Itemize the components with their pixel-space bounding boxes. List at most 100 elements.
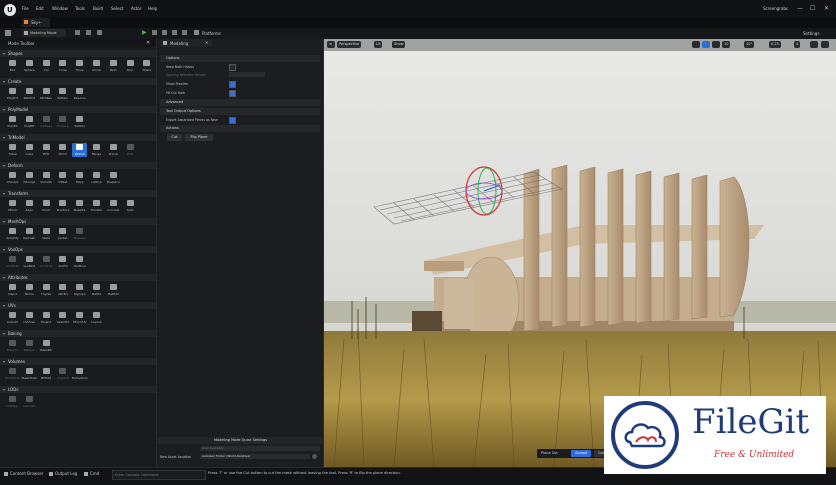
blueprint-icon[interactable]	[86, 30, 91, 35]
tool-lodmgr[interactable]: LODMgr	[5, 395, 20, 409]
translate-icon[interactable]	[702, 41, 710, 48]
level-tab[interactable]: Sky+	[22, 18, 50, 27]
scale-snap-value[interactable]: 0.25	[769, 41, 781, 48]
viewport-menu-icon[interactable]: ≡	[327, 41, 335, 48]
maximize-icon[interactable]: ☐	[810, 5, 815, 12]
tool-offset[interactable]: Offset	[55, 171, 70, 185]
show-preview-checkbox[interactable]	[229, 81, 236, 88]
tool-split[interactable]: Split	[123, 199, 138, 213]
tool-tngnts[interactable]: Tngnts	[39, 283, 54, 297]
placeholder-row-value[interactable]: User Available	[200, 446, 320, 451]
section-header-create[interactable]: ▾ Create	[0, 78, 156, 85]
section-header-lods[interactable]: ▾ LODs	[0, 386, 156, 393]
tool-pattern[interactable]: Pattern	[55, 87, 70, 101]
tool-merge[interactable]: Merge	[89, 143, 104, 157]
tool-box[interactable]: Box	[5, 59, 20, 73]
tool-mated2[interactable]: MatEd2	[106, 283, 121, 297]
perspective-button[interactable]: Perspective	[337, 41, 362, 48]
tool-sphere[interactable]: Sphere	[22, 59, 37, 73]
eject-icon[interactable]	[182, 30, 187, 35]
tool-revolve[interactable]: Revolve	[72, 87, 87, 101]
settings-label[interactable]: Settings	[803, 31, 819, 36]
tool-physcol[interactable]: PhysCol	[55, 367, 70, 381]
tool-insedge[interactable]: InsEdge	[39, 115, 54, 129]
tool-disc[interactable]: Disc	[123, 59, 138, 73]
tool-pivot[interactable]: Pivot	[39, 199, 54, 213]
tool-simplify[interactable]: Simplify	[5, 227, 20, 241]
advanced-header[interactable]: Advanced	[160, 99, 320, 106]
tool-bakers[interactable]: BakeRS	[39, 339, 54, 353]
tool-xformuv[interactable]: XFormUV	[72, 311, 87, 325]
menu-edit[interactable]: Edit	[36, 6, 44, 11]
tool-output-header[interactable]: Tool Output Options	[160, 108, 320, 115]
tool-genlod[interactable]: GenLOD	[22, 395, 37, 409]
rotate-snap-value[interactable]: 10°	[744, 41, 755, 48]
tool-cyl[interactable]: Cyl	[39, 59, 54, 73]
tool-voltomesh[interactable]: VolToMesh	[5, 367, 20, 381]
tool-align[interactable]: Align	[22, 199, 37, 213]
tool-trisel[interactable]: TriSel	[5, 143, 20, 157]
close-icon[interactable]: ✕	[824, 5, 829, 12]
menu-tools[interactable]: Tools	[75, 6, 85, 11]
tool-transfer[interactable]: Transfer	[89, 199, 104, 213]
section-header-baking[interactable]: ▾ Baking	[0, 330, 156, 337]
play-options-icon[interactable]	[152, 30, 157, 35]
lit-button[interactable]: Lit	[374, 41, 383, 48]
modeling-tab-close-icon[interactable]: ✕	[205, 40, 208, 45]
tool-boolean[interactable]: Boolean	[72, 227, 87, 241]
tool-meshtovol[interactable]: MeshToVol	[22, 367, 37, 381]
menu-file[interactable]: File	[22, 6, 29, 11]
platforms-label[interactable]: Platforms	[202, 31, 221, 36]
menu-build[interactable]: Build	[93, 6, 103, 11]
tool-layout[interactable]: Layout	[89, 311, 104, 325]
tool-autouv[interactable]: AutoUV	[5, 311, 20, 325]
accept-button[interactable]: Accept	[571, 450, 591, 457]
tool-bvedit[interactable]: BVEdit	[39, 367, 54, 381]
tool-pathext[interactable]: PathExt	[22, 87, 37, 101]
tool-attred[interactable]: AttrEd	[55, 283, 70, 297]
tool-jacket[interactable]: Jacket	[55, 227, 70, 241]
tool-cone[interactable]: Cone	[55, 59, 70, 73]
tool-stairs[interactable]: Stairs	[139, 59, 154, 73]
actions-header[interactable]: Actions	[160, 125, 320, 132]
tool-smooth[interactable]: Smooth	[39, 171, 54, 185]
options-header[interactable]: Options	[160, 55, 320, 62]
cmd-dropdown[interactable]: Cmd	[90, 471, 99, 476]
section-header-shapes[interactable]: ▾ Shapes	[0, 50, 156, 57]
tool-uvunwr[interactable]: UVUnwr	[22, 311, 37, 325]
tool-mirror[interactable]: Mirror	[55, 143, 70, 157]
rotate-icon[interactable]	[712, 41, 720, 48]
section-header-uvs[interactable]: ▾ UVs	[0, 302, 156, 309]
section-header-deform[interactable]: ▾ Deform	[0, 162, 156, 169]
tool-vsculpt[interactable]: VSculpt	[5, 171, 20, 185]
menu-window[interactable]: Window	[52, 6, 68, 11]
tool-weld[interactable]: Weld	[39, 227, 54, 241]
tool-remesh[interactable]: Remesh	[22, 227, 37, 241]
tool-xform[interactable]: XForm	[5, 199, 20, 213]
grid-snap-value[interactable]: 10	[722, 41, 731, 48]
tool-mated[interactable]: MatEd	[89, 283, 104, 297]
tool-extractcol[interactable]: ExtractCol	[72, 367, 87, 381]
close-panel-icon[interactable]: ✕	[146, 40, 150, 46]
maximize-viewport-icon[interactable]	[810, 41, 818, 48]
tool-plncut[interactable]: PlnCut	[72, 143, 88, 157]
quick-settings-header[interactable]: Modeling Mode Quick Settings	[157, 437, 323, 444]
section-header-polymodel[interactable]: ▾ PolyModel	[0, 106, 156, 113]
content-browser-button[interactable]: Content Browser	[10, 471, 43, 476]
tool-warp[interactable]: Warp	[72, 171, 87, 185]
console-input[interactable]: Enter Console Command	[112, 470, 206, 480]
tool-polygrp[interactable]: PolyGrp	[55, 115, 70, 129]
tool-seamed[interactable]: SeamEd	[55, 311, 70, 325]
tool-cube[interactable]: Cube	[22, 143, 37, 157]
tool-inspct[interactable]: Inspct	[5, 283, 20, 297]
section-header-voxops[interactable]: ▾ VoxOps	[0, 246, 156, 253]
tool-voxmrph[interactable]: VoxMrph	[39, 255, 54, 269]
tool-subdiv[interactable]: SubDiv	[72, 115, 87, 129]
tool-bakers[interactable]: BakeRS	[72, 199, 87, 213]
menu-help[interactable]: Help	[148, 6, 157, 11]
flip-plane-button[interactable]: Flip Plane	[185, 134, 213, 141]
modeling-tab[interactable]: Modeling ✕	[160, 39, 212, 47]
minimize-icon[interactable]: —	[797, 5, 803, 12]
tool-pivotact[interactable]: PivotAct	[55, 199, 70, 213]
tool-edit[interactable]: Edit	[123, 143, 138, 157]
